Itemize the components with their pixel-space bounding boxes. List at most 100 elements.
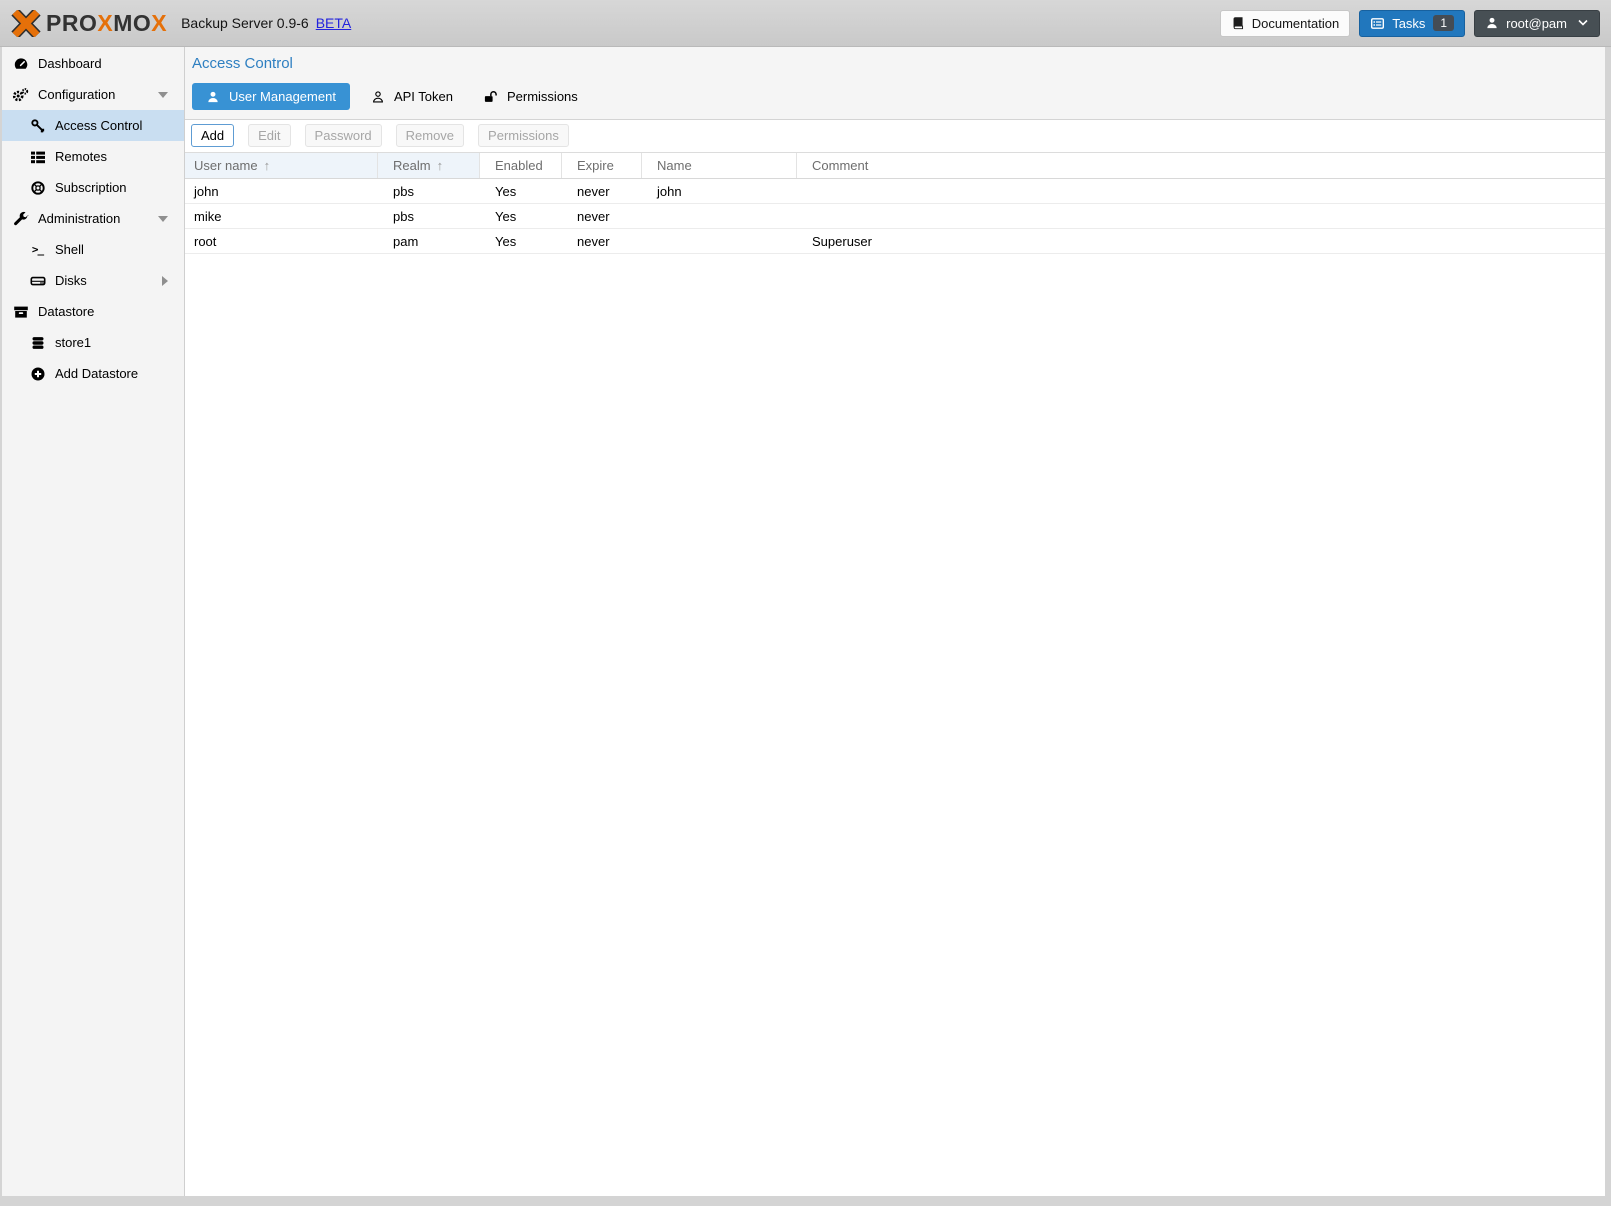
table-header-row: User name ↑ Realm ↑ Enabled Expire Name … <box>185 153 1605 179</box>
cell-username: root <box>185 229 378 253</box>
sidebar-item-label: Add Datastore <box>55 366 138 381</box>
cell-comment <box>797 179 1605 203</box>
cell-comment: Superuser <box>797 229 1605 253</box>
sidebar-item-label: Subscription <box>55 180 127 195</box>
tasks-label: Tasks <box>1392 16 1425 31</box>
life-ring-icon <box>29 180 46 196</box>
sidebar-item-label: store1 <box>55 335 91 350</box>
table-row[interactable]: root pam Yes never Superuser <box>185 229 1605 254</box>
chevron-down-icon <box>1577 19 1589 27</box>
cell-expire: never <box>562 229 642 253</box>
tab-bar: User Management API Token <box>192 83 1605 110</box>
cell-enabled: Yes <box>480 179 562 203</box>
main-layout: Dashboard Configuration <box>0 47 1611 1196</box>
content-panel: Access Control User Management <box>185 47 1605 1196</box>
cell-name <box>642 204 797 228</box>
unlock-icon <box>483 90 498 104</box>
logo-wordmark: PROXMOX <box>46 12 167 35</box>
sidebar-item-label: Datastore <box>38 304 94 319</box>
cell-realm: pbs <box>378 179 480 203</box>
cell-expire: never <box>562 179 642 203</box>
sidebar-item-configuration[interactable]: Configuration <box>2 79 184 110</box>
sidebar-item-access-control[interactable]: Access Control <box>2 110 184 141</box>
sidebar-item-dashboard[interactable]: Dashboard <box>2 48 184 79</box>
column-header-expire[interactable]: Expire <box>562 153 642 178</box>
sidebar: Dashboard Configuration <box>2 47 185 1196</box>
sidebar-item-datastore[interactable]: Datastore <box>2 296 184 327</box>
tasks-count-badge: 1 <box>1433 15 1454 31</box>
sidebar-item-administration[interactable]: Administration <box>2 203 184 234</box>
sidebar-item-label: Shell <box>55 242 84 257</box>
tab-user-management[interactable]: User Management <box>192 83 350 110</box>
table-row[interactable]: john pbs Yes never john <box>185 179 1605 204</box>
sidebar-item-label: Administration <box>38 211 120 226</box>
sort-asc-icon: ↑ <box>264 158 271 173</box>
terminal-icon: >_ <box>29 242 46 258</box>
grid-toolbar: Add Edit Password Remove Permissions <box>185 120 1605 153</box>
sidebar-item-disks[interactable]: Disks <box>2 265 184 296</box>
task-list-icon <box>1370 16 1385 31</box>
tab-label: User Management <box>229 89 336 104</box>
sidebar-item-subscription[interactable]: Subscription <box>2 172 184 203</box>
documentation-label: Documentation <box>1252 16 1339 31</box>
edit-button: Edit <box>248 124 290 147</box>
plus-circle-icon <box>29 366 46 382</box>
password-button: Password <box>305 124 382 147</box>
beta-link[interactable]: BETA <box>316 15 352 31</box>
sidebar-item-label: Remotes <box>55 149 107 164</box>
table-row[interactable]: mike pbs Yes never <box>185 204 1605 229</box>
topbar: PROXMOX Backup Server 0.9-6 BETA Documen… <box>0 0 1611 47</box>
list-icon <box>29 149 46 165</box>
cell-enabled: Yes <box>480 229 562 253</box>
cell-name <box>642 229 797 253</box>
table-empty-area <box>185 254 1605 1196</box>
cell-name: john <box>642 179 797 203</box>
remove-button: Remove <box>396 124 464 147</box>
cell-comment <box>797 204 1605 228</box>
product-version-label: Backup Server 0.9-6 <box>181 15 309 31</box>
wrench-icon <box>12 211 29 227</box>
tasks-button[interactable]: Tasks 1 <box>1359 10 1465 37</box>
sidebar-item-add-datastore[interactable]: Add Datastore <box>2 358 184 389</box>
gears-icon <box>12 87 29 103</box>
database-icon <box>29 335 46 351</box>
column-header-comment[interactable]: Comment <box>797 153 1605 178</box>
key-icon <box>29 118 46 134</box>
sidebar-item-label: Dashboard <box>38 56 102 71</box>
sidebar-item-remotes[interactable]: Remotes <box>2 141 184 172</box>
archive-box-icon <box>12 304 29 320</box>
hard-drive-icon <box>29 273 46 289</box>
user-menu-button[interactable]: root@pam <box>1474 10 1600 37</box>
column-header-enabled[interactable]: Enabled <box>480 153 562 178</box>
tab-label: Permissions <box>507 89 578 104</box>
documentation-button[interactable]: Documentation <box>1220 10 1350 37</box>
cell-realm: pbs <box>378 204 480 228</box>
proxmox-brand: PROXMOX Backup Server 0.9-6 BETA <box>11 10 351 37</box>
add-button[interactable]: Add <box>191 124 234 147</box>
panel-header: Access Control User Management <box>185 47 1605 120</box>
proxmox-logo-icon <box>11 10 41 37</box>
expand-caret-icon[interactable] <box>162 276 168 286</box>
collapse-caret-icon[interactable] <box>158 216 168 222</box>
page-title: Access Control <box>192 47 1605 72</box>
cell-username: john <box>185 179 378 203</box>
dashboard-icon <box>12 56 29 72</box>
book-icon <box>1231 16 1245 30</box>
cell-realm: pam <box>378 229 480 253</box>
tab-permissions[interactable]: Permissions <box>474 83 587 110</box>
tab-api-token[interactable]: API Token <box>362 83 462 110</box>
user-menu-label: root@pam <box>1506 16 1567 31</box>
user-icon <box>206 90 220 104</box>
column-header-name[interactable]: Name <box>642 153 797 178</box>
permissions-button: Permissions <box>478 124 569 147</box>
collapse-caret-icon[interactable] <box>158 92 168 98</box>
sort-asc-icon: ↑ <box>437 158 444 173</box>
cell-enabled: Yes <box>480 204 562 228</box>
topbar-actions: Documentation Tasks 1 <box>1220 10 1600 37</box>
column-header-username[interactable]: User name ↑ <box>185 153 378 178</box>
cell-expire: never <box>562 204 642 228</box>
sidebar-item-shell[interactable]: >_ Shell <box>2 234 184 265</box>
column-header-realm[interactable]: Realm ↑ <box>378 153 480 178</box>
sidebar-item-store1[interactable]: store1 <box>2 327 184 358</box>
user-icon <box>1485 16 1499 30</box>
